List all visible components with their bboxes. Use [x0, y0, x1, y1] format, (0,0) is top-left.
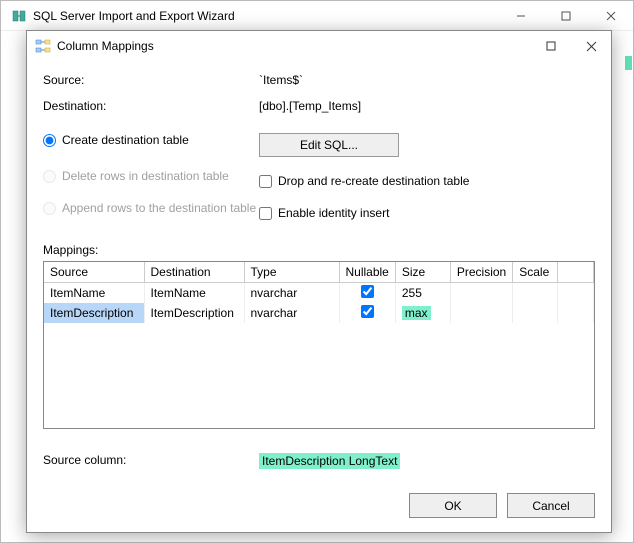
col-header-size[interactable]: Size [395, 262, 450, 282]
size-cell[interactable]: 255 [395, 282, 450, 303]
col-header-destination[interactable]: Destination [144, 262, 244, 282]
table-cell[interactable]: nvarchar [244, 303, 339, 323]
modal-maximize-button[interactable] [531, 32, 571, 60]
parent-maximize-button[interactable] [543, 1, 588, 31]
delete-rows-radio [43, 170, 56, 183]
col-header-source[interactable]: Source [44, 262, 144, 282]
column-mappings-dialog: Column Mappings Source: `Items$` Destina… [26, 30, 612, 533]
table-cell[interactable] [513, 282, 558, 303]
drop-recreate-label: Drop and re-create destination table [278, 174, 469, 188]
app-icon [11, 8, 27, 24]
source-column-label: Source column: [43, 453, 259, 469]
nullable-cell[interactable] [339, 303, 395, 323]
table-cell[interactable]: ItemDescription [44, 303, 144, 323]
ok-button[interactable]: OK [409, 493, 497, 518]
parent-minimize-button[interactable] [498, 1, 543, 31]
decorative-strip [625, 56, 632, 70]
modal-close-button[interactable] [571, 32, 611, 60]
create-table-label: Create destination table [62, 133, 189, 147]
mappings-grid[interactable]: Source Destination Type Nullable Size Pr… [43, 261, 595, 429]
col-header-nullable[interactable]: Nullable [339, 262, 395, 282]
spacer-cell [558, 303, 594, 323]
col-header-type[interactable]: Type [244, 262, 339, 282]
drop-recreate-checkbox[interactable] [259, 175, 272, 188]
delete-rows-label: Delete rows in destination table [62, 169, 229, 183]
table-cell[interactable]: ItemName [144, 282, 244, 303]
edit-sql-button[interactable]: Edit SQL... [259, 133, 399, 157]
table-cell[interactable]: nvarchar [244, 282, 339, 303]
parent-close-button[interactable] [588, 1, 633, 31]
table-cell[interactable]: ItemName [44, 282, 144, 303]
nullable-cell[interactable] [339, 282, 395, 303]
identity-insert-checkbox[interactable] [259, 207, 272, 220]
source-column-value: ItemDescription LongText [259, 453, 400, 469]
cancel-button[interactable]: Cancel [507, 493, 595, 518]
table-cell[interactable] [513, 303, 558, 323]
nullable-checkbox[interactable] [361, 305, 374, 318]
table-row[interactable]: ItemDescriptionItemDescriptionnvarcharma… [44, 303, 594, 323]
append-rows-label: Append rows to the destination table [62, 201, 256, 215]
destination-label: Destination: [43, 99, 259, 113]
source-label: Source: [43, 73, 259, 87]
table-row[interactable]: ItemNameItemNamenvarchar255 [44, 282, 594, 303]
append-rows-radio [43, 202, 56, 215]
size-cell[interactable]: max [395, 303, 450, 323]
identity-insert-label: Enable identity insert [278, 206, 389, 220]
col-header-precision[interactable]: Precision [450, 262, 512, 282]
table-cell[interactable] [450, 282, 512, 303]
create-table-radio[interactable] [43, 134, 56, 147]
parent-titlebar: SQL Server Import and Export Wizard [1, 1, 633, 31]
destination-value: [dbo].[Temp_Items] [259, 99, 361, 113]
mappings-label: Mappings: [43, 243, 595, 257]
modal-titlebar: Column Mappings [27, 31, 611, 61]
parent-title: SQL Server Import and Export Wizard [33, 9, 235, 23]
table-cell[interactable]: ItemDescription [144, 303, 244, 323]
col-header-scale[interactable]: Scale [513, 262, 558, 282]
mappings-icon [35, 38, 51, 54]
nullable-checkbox[interactable] [361, 285, 374, 298]
table-cell[interactable] [450, 303, 512, 323]
modal-title: Column Mappings [57, 39, 154, 53]
spacer-cell [558, 282, 594, 303]
source-value: `Items$` [259, 73, 303, 87]
col-header-spacer [558, 262, 594, 282]
